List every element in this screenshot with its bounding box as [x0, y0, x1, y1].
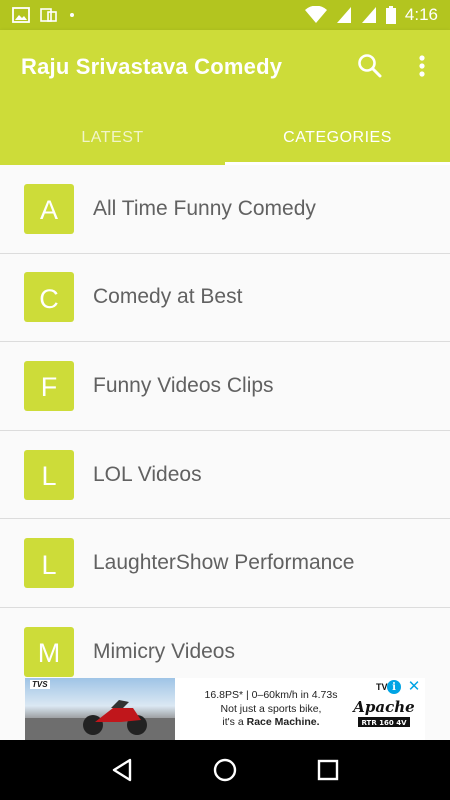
- wifi-icon: [304, 6, 327, 24]
- letter-badge: A: [24, 183, 74, 234]
- status-bar: 4:16: [0, 0, 450, 30]
- app-bar: Raju Srivastava Comedy LATEST CATEGORIES: [0, 30, 450, 165]
- navigation-bar: [0, 740, 450, 800]
- list-item-label: Comedy at Best: [93, 285, 243, 309]
- list-item-label: Mimicry Videos: [93, 639, 235, 663]
- list-item-label: LaughterShow Performance: [93, 551, 355, 575]
- back-icon[interactable]: [102, 750, 142, 790]
- ad-line-3: it's a Race Machine.: [191, 716, 351, 730]
- ad-text: 16.8PS* | 0–60km/h in 4.73s Not just a s…: [191, 689, 351, 730]
- tab-categories[interactable]: CATEGORIES: [225, 110, 450, 165]
- ad-banner[interactable]: TVS 16.8PS* | 0–60km/h in 4.73s Not just…: [25, 678, 425, 740]
- ad-brand: TVS: [30, 680, 50, 689]
- ad-line-1: 16.8PS* | 0–60km/h in 4.73s: [204, 689, 338, 701]
- recents-icon[interactable]: [308, 750, 348, 790]
- ad-line-2: Not just a sports bike,: [220, 702, 322, 715]
- battery-icon: [385, 6, 396, 24]
- tab-bar: LATEST CATEGORIES: [0, 110, 450, 165]
- list-item-label: LOL Videos: [93, 462, 202, 486]
- list-item[interactable]: M Mimicry Videos: [0, 607, 450, 678]
- list-item[interactable]: C Comedy at Best: [0, 253, 450, 343]
- list-item[interactable]: L LOL Videos: [0, 430, 450, 520]
- more-vert-icon[interactable]: [410, 52, 434, 80]
- category-list: A All Time Funny Comedy C Comedy at Best…: [0, 165, 450, 678]
- screenshot-icon: [40, 7, 58, 23]
- status-time: 4:16: [404, 5, 438, 24]
- list-item[interactable]: F Funny Videos Clips: [0, 342, 450, 431]
- list-item[interactable]: L LaughterShow Performance: [0, 519, 450, 608]
- letter-badge: L: [24, 449, 74, 500]
- apache-logo-sub: RTR 160 4V: [361, 719, 407, 727]
- letter-badge: F: [24, 360, 74, 411]
- ad-info-icon[interactable]: i: [387, 680, 401, 694]
- letter-badge: L: [24, 538, 74, 589]
- signal-icon: [336, 6, 352, 24]
- apache-logo: Apache RTR 160 4V: [348, 694, 420, 732]
- list-item-label: Funny Videos Clips: [93, 373, 274, 397]
- ad-close-icon[interactable]: ✕: [406, 678, 422, 695]
- signal-icon: [361, 6, 377, 24]
- ad-line-3-prefix: it's a: [222, 716, 247, 728]
- tab-latest[interactable]: LATEST: [0, 110, 225, 165]
- image-icon: [12, 7, 30, 23]
- list-item[interactable]: A All Time Funny Comedy: [0, 165, 450, 254]
- list-item-label: All Time Funny Comedy: [93, 196, 316, 220]
- app-title: Raju Srivastava Comedy: [21, 54, 283, 79]
- dot-icon: [68, 11, 76, 19]
- letter-badge: M: [24, 626, 74, 677]
- apache-logo-text: Apache: [351, 698, 414, 716]
- letter-badge: C: [24, 272, 74, 323]
- search-icon[interactable]: [356, 52, 384, 80]
- ad-line-3-bold: Race Machine.: [246, 716, 320, 728]
- home-icon[interactable]: [205, 750, 245, 790]
